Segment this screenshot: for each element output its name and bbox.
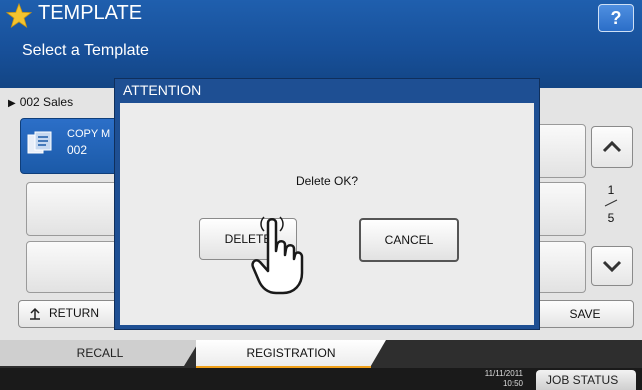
tab-bar: RECALL REGISTRATION — [0, 340, 642, 368]
breadcrumb-arrow-icon: ▶ — [8, 98, 16, 109]
header-bar: TEMPLATE Select a Template ? — [0, 0, 642, 88]
breadcrumb: ▶ 002 Sales — [8, 95, 73, 109]
return-button[interactable]: RETURN — [18, 300, 128, 328]
page-divider — [604, 199, 618, 207]
time-text: 10:50 — [502, 379, 523, 388]
return-label: RETURN — [49, 306, 99, 320]
save-label: SAVE — [569, 307, 601, 321]
page-current: 1 — [607, 183, 615, 197]
help-icon: ? — [610, 8, 622, 28]
dialog-title: ATTENTION — [123, 82, 202, 98]
chevron-down-icon — [602, 260, 622, 273]
tab-recall[interactable]: RECALL — [0, 340, 200, 366]
cancel-label: CANCEL — [384, 233, 434, 247]
chevron-up-icon — [602, 140, 622, 153]
return-icon — [30, 307, 40, 320]
page-subtitle: Select a Template — [22, 42, 149, 59]
dialog-body: Delete OK? DELETE CANCEL — [120, 103, 534, 325]
page-total: 5 — [607, 211, 615, 225]
help-button[interactable]: ? — [598, 4, 634, 32]
page-indicator: 1 5 — [591, 183, 631, 225]
pointer-hand-icon — [251, 216, 304, 295]
page-title: TEMPLATE — [38, 2, 143, 24]
job-status-button[interactable]: JOB STATUS — [536, 370, 636, 390]
datetime: 11/11/2011 10:50 — [468, 369, 523, 389]
breadcrumb-label: 002 Sales — [19, 95, 74, 109]
attention-dialog: ATTENTION Delete OK? DELETE CANCEL — [114, 78, 540, 330]
status-bar: 11/11/2011 10:50 JOB STATUS — [0, 368, 642, 390]
star-icon — [6, 3, 32, 28]
dialog-message: Delete OK? — [295, 174, 359, 188]
save-button[interactable]: SAVE — [536, 300, 634, 328]
page-up-button[interactable] — [591, 126, 633, 168]
template-number: 002 — [67, 143, 88, 157]
cancel-button[interactable]: CANCEL — [359, 218, 459, 262]
copy-template-icon — [27, 131, 52, 154]
date-text: 11/11/2011 — [484, 369, 523, 378]
template-name: COPY M — [67, 128, 111, 140]
page-down-button[interactable] — [591, 246, 633, 286]
job-status-label: JOB STATUS — [546, 373, 619, 387]
tab-registration[interactable]: REGISTRATION — [196, 340, 386, 366]
